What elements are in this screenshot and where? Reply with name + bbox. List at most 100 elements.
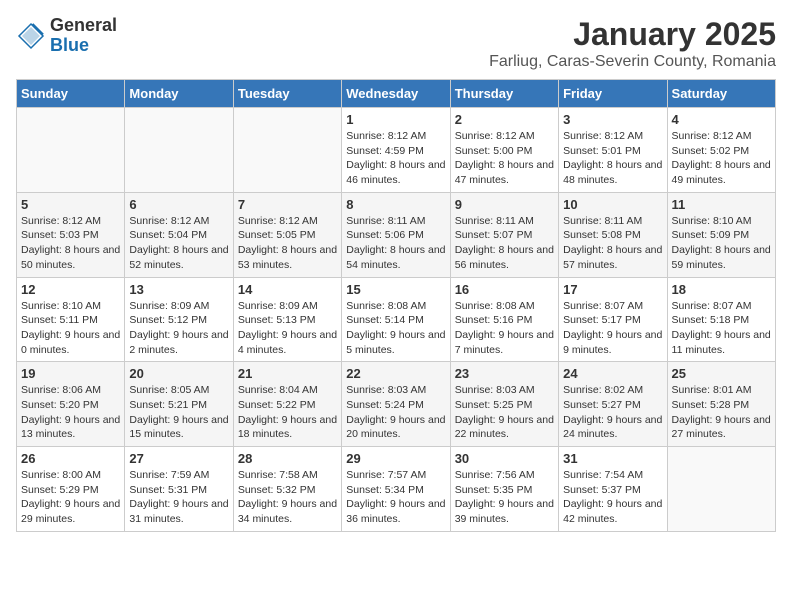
calendar-cell: 2 Sunrise: 8:12 AM Sunset: 5:00 PM Daylig…	[450, 108, 558, 193]
day-info: Sunrise: 8:02 AM Sunset: 5:27 PM Dayligh…	[563, 383, 662, 442]
day-info: Sunrise: 8:12 AM Sunset: 4:59 PM Dayligh…	[346, 129, 445, 188]
calendar-cell: 27 Sunrise: 7:59 AM Sunset: 5:31 PM Dayli…	[125, 447, 233, 532]
calendar-cell: 3Sunrise: 8:12 AM Sunset: 5:01 PM Daylig…	[559, 108, 667, 193]
calendar-cell	[667, 447, 775, 532]
day-info: Sunrise: 8:10 AM Sunset: 5:11 PM Dayligh…	[21, 299, 120, 358]
day-info: Sunrise: 8:03 AM Sunset: 5:24 PM Dayligh…	[346, 383, 445, 442]
calendar-cell: 29Sunrise: 7:57 AM Sunset: 5:34 PM Dayli…	[342, 447, 450, 532]
header-monday: Monday	[125, 80, 233, 108]
calendar-week-2: 12 Sunrise: 8:10 AM Sunset: 5:11 PM Dayli…	[17, 277, 776, 362]
day-number: 3	[563, 112, 662, 127]
day-info: Sunrise: 8:09 AM Sunset: 5:12 PM Dayligh…	[129, 299, 228, 358]
calendar-cell: 1 Sunrise: 8:12 AM Sunset: 4:59 PM Daylig…	[342, 108, 450, 193]
day-info: Sunrise: 8:07 AM Sunset: 5:17 PM Dayligh…	[563, 299, 662, 358]
day-number: 26	[21, 451, 120, 466]
day-number: 12	[21, 282, 120, 297]
day-info: Sunrise: 8:11 AM Sunset: 5:07 PM Dayligh…	[455, 214, 554, 273]
day-info: Sunrise: 8:12 AM Sunset: 5:05 PM Dayligh…	[238, 214, 337, 273]
title-section: January 2025 Farliug, Caras-Severin Coun…	[489, 16, 776, 71]
calendar-cell: 26 Sunrise: 8:00 AM Sunset: 5:29 PM Dayli…	[17, 447, 125, 532]
header-thursday: Thursday	[450, 80, 558, 108]
calendar-cell	[17, 108, 125, 193]
calendar-body: 1 Sunrise: 8:12 AM Sunset: 4:59 PM Daylig…	[17, 108, 776, 532]
header-tuesday: Tuesday	[233, 80, 341, 108]
day-info: Sunrise: 8:08 AM Sunset: 5:14 PM Dayligh…	[346, 299, 445, 358]
calendar-cell: 16Sunrise: 8:08 AM Sunset: 5:16 PM Dayli…	[450, 277, 558, 362]
calendar-cell	[125, 108, 233, 193]
day-info: Sunrise: 7:57 AM Sunset: 5:34 PM Dayligh…	[346, 468, 445, 527]
day-info: Sunrise: 8:12 AM Sunset: 5:03 PM Dayligh…	[21, 214, 120, 273]
day-number: 22	[346, 366, 445, 381]
calendar-cell: 17 Sunrise: 8:07 AM Sunset: 5:17 PM Dayli…	[559, 277, 667, 362]
day-number: 24	[563, 366, 662, 381]
calendar-week-1: 5 Sunrise: 8:12 AM Sunset: 5:03 PM Daylig…	[17, 192, 776, 277]
month-title: January 2025	[489, 16, 776, 53]
header-friday: Friday	[559, 80, 667, 108]
calendar-cell: 31 Sunrise: 7:54 AM Sunset: 5:37 PM Dayli…	[559, 447, 667, 532]
day-number: 10	[563, 197, 662, 212]
day-number: 30	[455, 451, 554, 466]
day-number: 9	[455, 197, 554, 212]
calendar-cell: 6 Sunrise: 8:12 AM Sunset: 5:04 PM Daylig…	[125, 192, 233, 277]
day-info: Sunrise: 8:12 AM Sunset: 5:00 PM Dayligh…	[455, 129, 554, 188]
calendar-cell: 9 Sunrise: 8:11 AM Sunset: 5:07 PM Daylig…	[450, 192, 558, 277]
header-sunday: Sunday	[17, 80, 125, 108]
header-saturday: Saturday	[667, 80, 775, 108]
calendar-cell: 14 Sunrise: 8:09 AM Sunset: 5:13 PM Dayli…	[233, 277, 341, 362]
day-number: 5	[21, 197, 120, 212]
calendar-cell: 5 Sunrise: 8:12 AM Sunset: 5:03 PM Daylig…	[17, 192, 125, 277]
calendar-cell: 4 Sunrise: 8:12 AM Sunset: 5:02 PM Daylig…	[667, 108, 775, 193]
logo: General Blue	[16, 16, 117, 56]
day-info: Sunrise: 8:00 AM Sunset: 5:29 PM Dayligh…	[21, 468, 120, 527]
day-info: Sunrise: 8:04 AM Sunset: 5:22 PM Dayligh…	[238, 383, 337, 442]
header-wednesday: Wednesday	[342, 80, 450, 108]
day-number: 1	[346, 112, 445, 127]
day-number: 25	[672, 366, 771, 381]
calendar-cell: 8Sunrise: 8:11 AM Sunset: 5:06 PM Daylig…	[342, 192, 450, 277]
calendar-table: Sunday Monday Tuesday Wednesday Thursday…	[16, 79, 776, 532]
day-info: Sunrise: 8:01 AM Sunset: 5:28 PM Dayligh…	[672, 383, 771, 442]
day-number: 18	[672, 282, 771, 297]
logo-text: General Blue	[50, 16, 117, 56]
day-info: Sunrise: 8:12 AM Sunset: 5:02 PM Dayligh…	[672, 129, 771, 188]
calendar-week-4: 26 Sunrise: 8:00 AM Sunset: 5:29 PM Dayli…	[17, 447, 776, 532]
calendar-cell: 18Sunrise: 8:07 AM Sunset: 5:18 PM Dayli…	[667, 277, 775, 362]
day-info: Sunrise: 8:12 AM Sunset: 5:04 PM Dayligh…	[129, 214, 228, 273]
day-number: 11	[672, 197, 771, 212]
day-number: 28	[238, 451, 337, 466]
day-number: 4	[672, 112, 771, 127]
calendar-cell: 19Sunrise: 8:06 AM Sunset: 5:20 PM Dayli…	[17, 362, 125, 447]
calendar-cell: 20 Sunrise: 8:05 AM Sunset: 5:21 PM Dayli…	[125, 362, 233, 447]
day-info: Sunrise: 7:58 AM Sunset: 5:32 PM Dayligh…	[238, 468, 337, 527]
day-info: Sunrise: 8:11 AM Sunset: 5:06 PM Dayligh…	[346, 214, 445, 273]
day-info: Sunrise: 8:09 AM Sunset: 5:13 PM Dayligh…	[238, 299, 337, 358]
day-number: 20	[129, 366, 228, 381]
location-subtitle: Farliug, Caras-Severin County, Romania	[489, 53, 776, 71]
day-number: 31	[563, 451, 662, 466]
calendar-cell: 11 Sunrise: 8:10 AM Sunset: 5:09 PM Dayli…	[667, 192, 775, 277]
day-number: 2	[455, 112, 554, 127]
day-number: 27	[129, 451, 228, 466]
day-info: Sunrise: 8:08 AM Sunset: 5:16 PM Dayligh…	[455, 299, 554, 358]
page-header: General Blue January 2025 Farliug, Caras…	[16, 16, 776, 71]
day-info: Sunrise: 8:06 AM Sunset: 5:20 PM Dayligh…	[21, 383, 120, 442]
calendar-cell: 28 Sunrise: 7:58 AM Sunset: 5:32 PM Dayli…	[233, 447, 341, 532]
day-number: 6	[129, 197, 228, 212]
header-row: Sunday Monday Tuesday Wednesday Thursday…	[17, 80, 776, 108]
calendar-cell: 23Sunrise: 8:03 AM Sunset: 5:25 PM Dayli…	[450, 362, 558, 447]
day-number: 23	[455, 366, 554, 381]
calendar-cell: 7Sunrise: 8:12 AM Sunset: 5:05 PM Daylig…	[233, 192, 341, 277]
day-info: Sunrise: 8:11 AM Sunset: 5:08 PM Dayligh…	[563, 214, 662, 273]
day-info: Sunrise: 7:59 AM Sunset: 5:31 PM Dayligh…	[129, 468, 228, 527]
day-number: 17	[563, 282, 662, 297]
day-info: Sunrise: 8:05 AM Sunset: 5:21 PM Dayligh…	[129, 383, 228, 442]
day-number: 13	[129, 282, 228, 297]
day-info: Sunrise: 7:54 AM Sunset: 5:37 PM Dayligh…	[563, 468, 662, 527]
calendar-cell: 25 Sunrise: 8:01 AM Sunset: 5:28 PM Dayli…	[667, 362, 775, 447]
calendar-cell: 10 Sunrise: 8:11 AM Sunset: 5:08 PM Dayli…	[559, 192, 667, 277]
calendar-week-3: 19Sunrise: 8:06 AM Sunset: 5:20 PM Dayli…	[17, 362, 776, 447]
day-number: 15	[346, 282, 445, 297]
day-number: 14	[238, 282, 337, 297]
calendar-cell: 13 Sunrise: 8:09 AM Sunset: 5:12 PM Dayli…	[125, 277, 233, 362]
day-info: Sunrise: 8:10 AM Sunset: 5:09 PM Dayligh…	[672, 214, 771, 273]
